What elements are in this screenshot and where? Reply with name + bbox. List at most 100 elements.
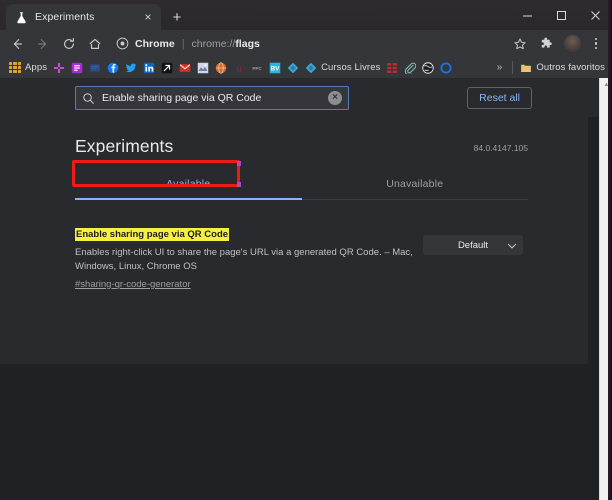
bookmark-item[interactable] (437, 59, 455, 76)
close-button[interactable] (578, 0, 612, 30)
bookmarks-bar: Apps u PPC BV Cursos Livres » Outros fav… (0, 57, 612, 78)
linkedin-icon (143, 62, 155, 73)
bookmark-item[interactable]: PPC (248, 59, 266, 76)
facebook-icon (107, 62, 119, 73)
browser-window: Experiments × + Chrome | chrome://flags … (0, 0, 612, 500)
tab-title: Experiments (35, 11, 95, 23)
bookmarks-overflow-button[interactable]: » (491, 62, 509, 73)
home-icon[interactable] (82, 32, 108, 56)
text-caret-top-marker (237, 161, 241, 166)
cursos-icon (305, 62, 317, 73)
bookmark-item[interactable] (68, 59, 86, 76)
globe-orange-icon (215, 61, 227, 74)
bookmarks-divider (512, 61, 514, 74)
back-arrow-icon[interactable] (4, 32, 30, 56)
active-tab-underline (75, 198, 302, 200)
star-icon[interactable] (507, 32, 533, 56)
reload-icon[interactable] (56, 32, 82, 56)
search-input[interactable] (102, 92, 321, 104)
bookmark-item[interactable] (194, 59, 212, 76)
kebab-menu-icon[interactable] (586, 32, 606, 56)
bookmark-item[interactable] (158, 59, 176, 76)
browser-toolbar: Chrome | chrome://flags (0, 30, 612, 57)
omnibox-url-path: flags (235, 37, 260, 50)
experiment-info: Enable sharing page via QR Code Enables … (75, 224, 413, 292)
micro-icon: u (237, 63, 242, 74)
tab-strip: Experiments × + (0, 0, 612, 30)
twitter-icon (125, 63, 137, 72)
page-viewport: × Reset all Experiments 84.0.4147.105 Av… (0, 78, 612, 500)
diamond-icon (287, 62, 299, 73)
bookmark-item[interactable] (122, 59, 140, 76)
folder-icon (521, 64, 532, 72)
bookmark-item[interactable] (284, 59, 302, 76)
new-tab-button[interactable]: + (165, 5, 189, 29)
flags-card: Experiments 84.0.4147.105 Available Unav… (0, 117, 588, 364)
search-icon (83, 92, 94, 104)
flask-icon (17, 11, 26, 23)
text-caret-bottom-marker (237, 182, 241, 187)
omnibox-scheme-label: Chrome (135, 37, 175, 50)
page-title: Experiments (75, 136, 174, 156)
experiment-state-select[interactable]: Default (423, 235, 523, 255)
teams-icon (90, 63, 100, 72)
bookmark-item[interactable] (104, 59, 122, 76)
search-box[interactable]: × (75, 86, 349, 110)
bookmark-item-cursos-livres[interactable]: Cursos Livres (302, 59, 383, 76)
evernote-icon (71, 62, 83, 73)
paperclip-icon (405, 62, 417, 74)
experiment-state-value: Default (457, 239, 489, 251)
bookmark-item[interactable] (212, 59, 230, 76)
address-bar[interactable]: Chrome | chrome://flags (112, 33, 501, 54)
gmail-icon (179, 63, 191, 72)
omnibox-separator: | (181, 37, 185, 50)
slack-icon (53, 62, 65, 73)
bookmark-folder-outros-favoritos[interactable]: Outros favoritos (517, 59, 608, 76)
svg-text:PPC: PPC (252, 65, 262, 70)
svg-text:u: u (237, 63, 242, 74)
tab-unavailable[interactable]: Unavailable (302, 178, 529, 199)
bookmark-item[interactable] (419, 59, 437, 76)
tab-close-icon[interactable]: × (141, 10, 155, 24)
window-edge (608, 0, 612, 500)
bookmark-item[interactable]: u (230, 59, 248, 76)
forward-arrow-icon[interactable] (30, 32, 56, 56)
reset-all-button[interactable]: Reset all (467, 87, 532, 109)
bv-icon: BV (269, 62, 281, 73)
experiment-description: Enables right-click UI to share the page… (75, 247, 413, 273)
ppc-icon: PPC (252, 65, 262, 70)
photo-icon (197, 62, 209, 73)
arrow-share-icon (161, 62, 173, 73)
flags-tabs: Available Unavailable (75, 178, 528, 200)
toolbar-actions (507, 32, 606, 56)
grid-red-icon (387, 62, 398, 73)
omnibox-url: chrome://flags (192, 38, 260, 50)
flags-content: Experiments 84.0.4147.105 Available Unav… (0, 78, 612, 500)
maximize-button[interactable] (544, 0, 578, 30)
bookmark-item[interactable] (50, 59, 68, 76)
puzzle-icon[interactable] (533, 32, 559, 56)
bookmark-item[interactable] (86, 59, 104, 76)
bookmark-label: Apps (25, 62, 48, 73)
experiment-name: Enable sharing page via QR Code (75, 228, 230, 241)
minimize-button[interactable] (510, 0, 544, 30)
experiment-row: Enable sharing page via QR Code Enables … (75, 224, 528, 292)
bookmark-label: Outros favoritos (536, 62, 605, 73)
tab-available[interactable]: Available (75, 178, 302, 199)
profile-avatar[interactable] (564, 35, 581, 52)
clear-circle-icon[interactable]: × (328, 91, 342, 105)
window-controls (510, 0, 612, 30)
version-label: 84.0.4147.105 (473, 143, 528, 153)
bookmark-item[interactable] (140, 59, 158, 76)
bookmark-apps[interactable]: Apps (6, 59, 50, 76)
ring-blue-icon (440, 61, 452, 74)
experiment-id-link[interactable]: #sharing-qr-code-generator (75, 279, 191, 290)
flags-search-header: × Reset all (0, 78, 612, 117)
bookmark-item[interactable] (176, 59, 194, 76)
chevron-down-icon (507, 240, 517, 249)
omnibox-url-prefix: chrome:// (191, 37, 236, 50)
browser-tab-experiments[interactable]: Experiments × (6, 4, 161, 30)
bookmark-item[interactable] (401, 59, 419, 76)
bookmark-item[interactable] (383, 59, 401, 76)
bookmark-item[interactable]: BV (266, 59, 284, 76)
